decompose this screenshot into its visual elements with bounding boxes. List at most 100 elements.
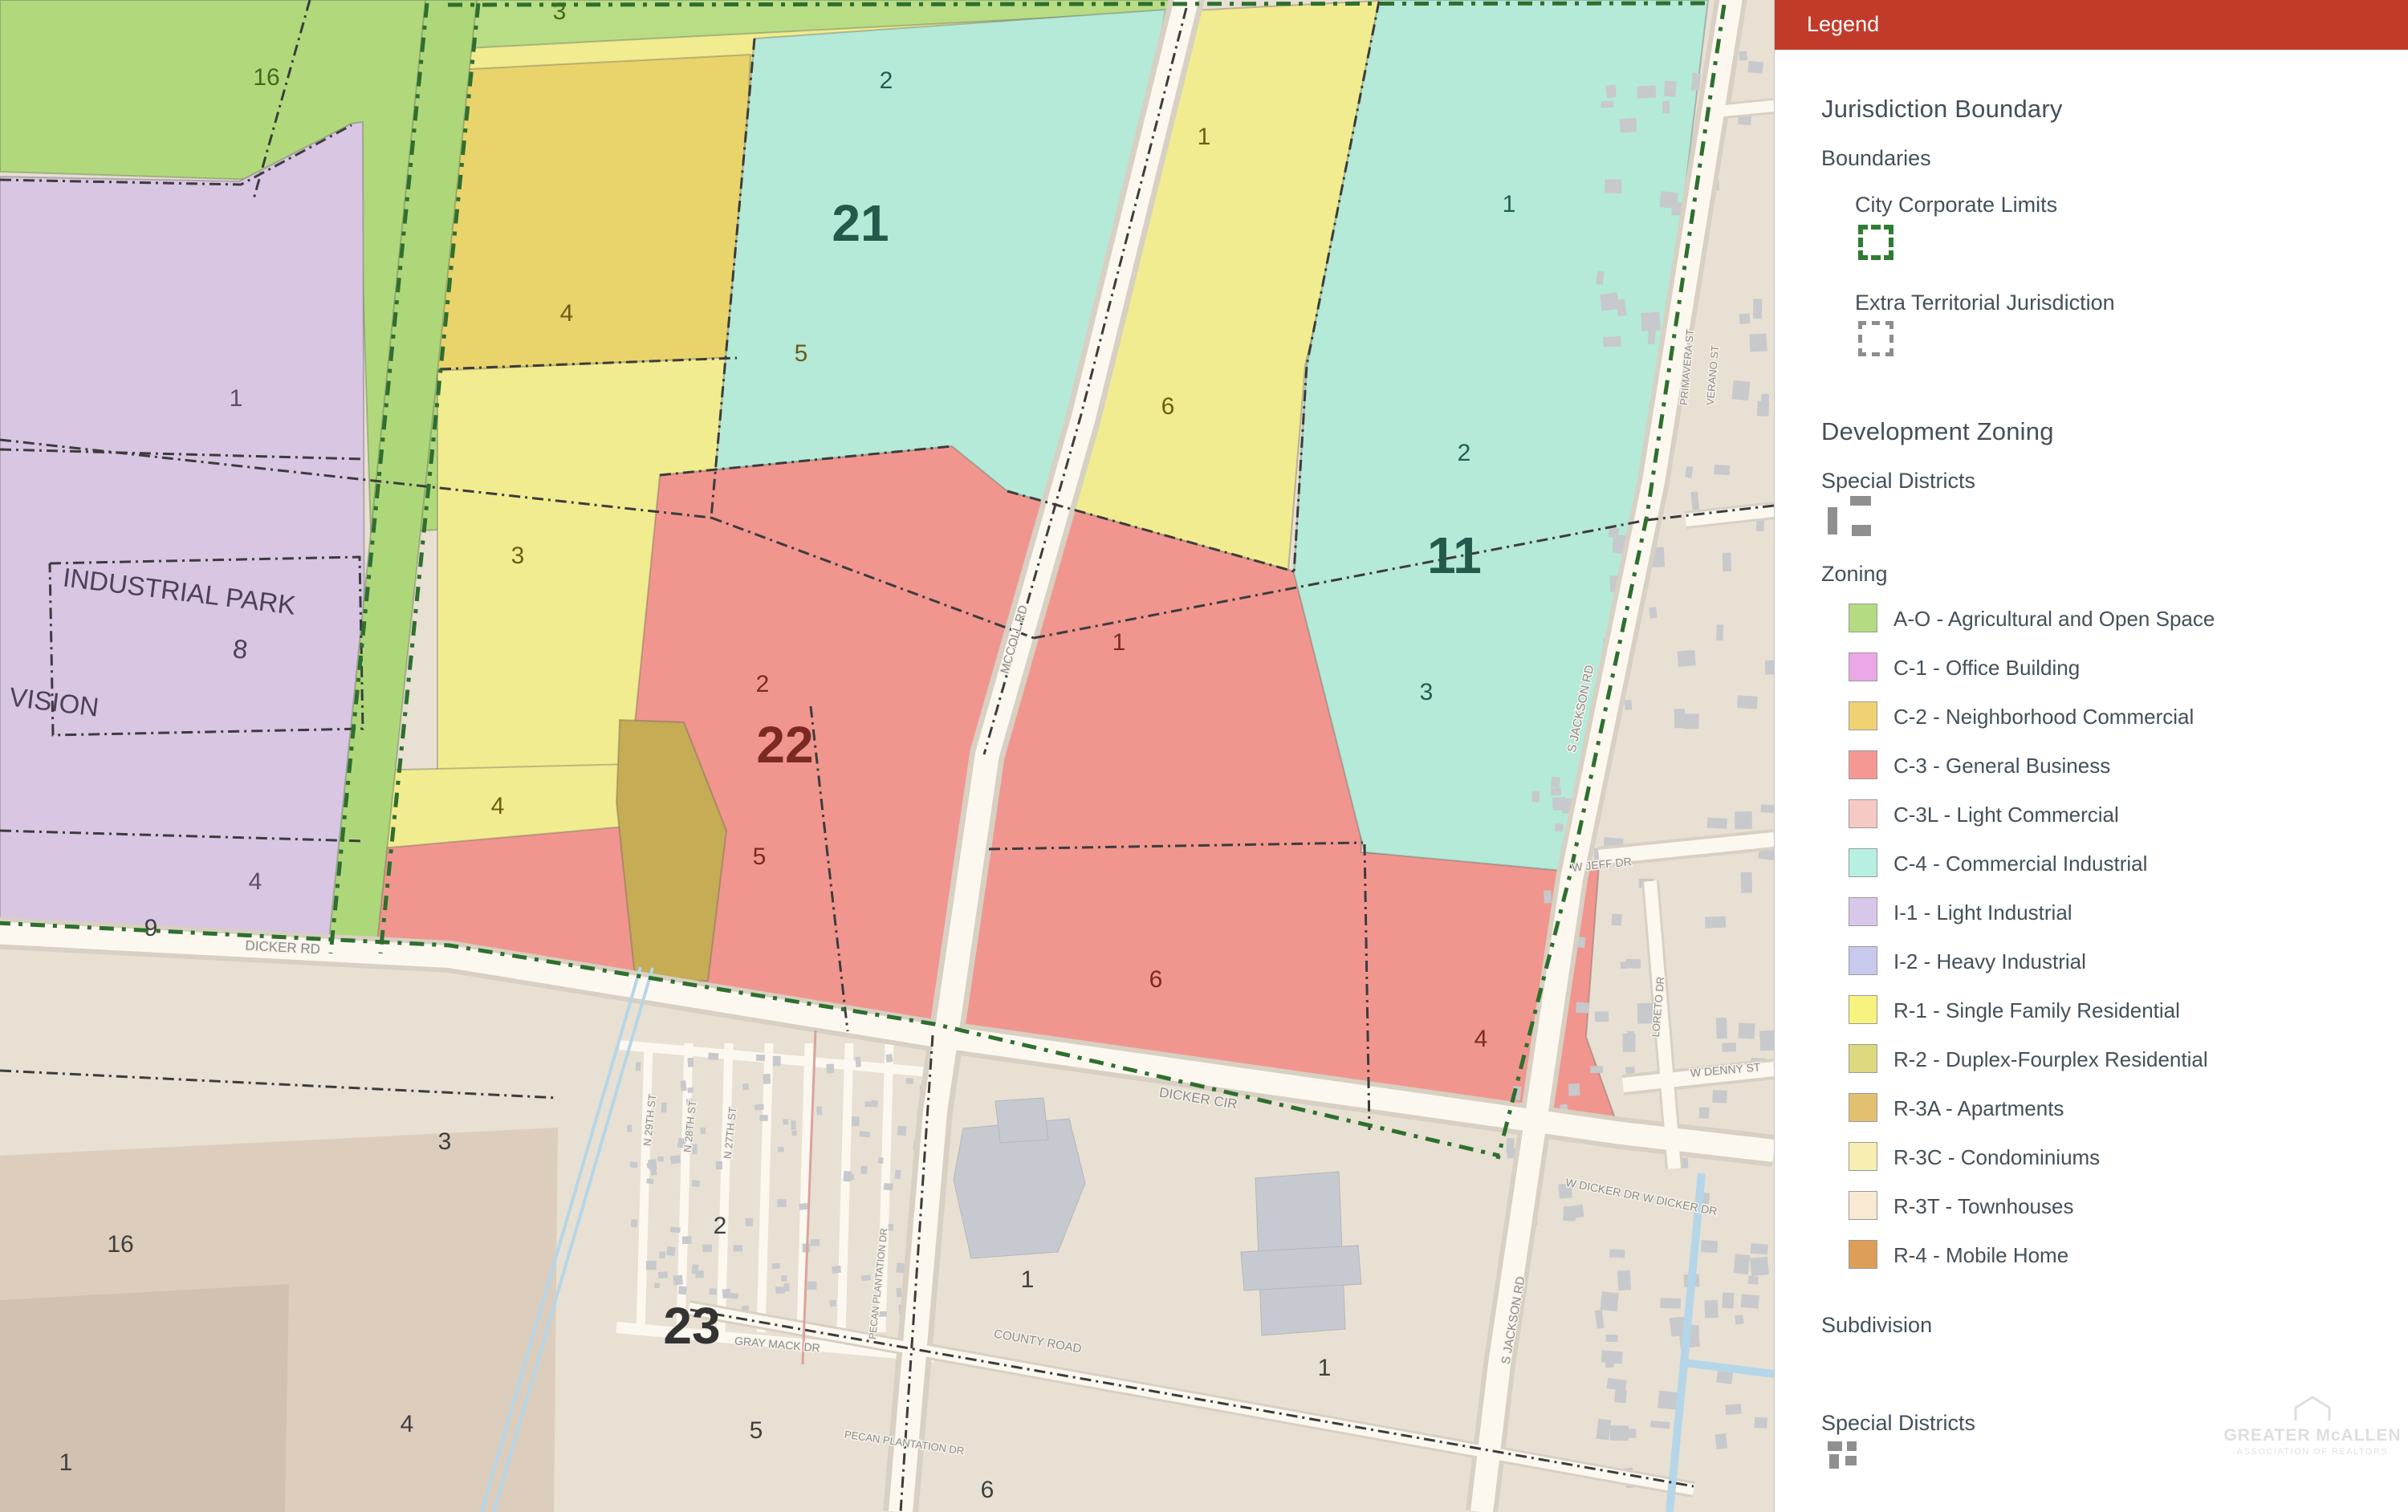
building (1750, 1243, 1767, 1254)
building (1600, 1291, 1618, 1311)
map-canvas[interactable]: 212211231631445163421232156493162111456I… (0, 0, 1774, 1512)
building (742, 1083, 750, 1091)
building (1611, 914, 1621, 926)
building (710, 1288, 717, 1295)
building (1716, 1018, 1727, 1038)
building (629, 1161, 637, 1168)
building (631, 1219, 638, 1227)
building (775, 1286, 785, 1294)
building (759, 1115, 767, 1121)
building (756, 1055, 765, 1062)
building (1683, 713, 1698, 729)
building (716, 1161, 722, 1169)
zoning-map[interactable]: 212211231631445163421232156493162111456I… (0, 0, 1774, 1512)
building (666, 1246, 675, 1256)
building (894, 1169, 901, 1179)
building (1641, 312, 1661, 331)
building (1750, 1257, 1769, 1276)
building (763, 1074, 771, 1084)
building (861, 1274, 871, 1281)
building (886, 1054, 893, 1063)
building (670, 1155, 681, 1164)
zoning-color-swatch (1849, 701, 1877, 730)
building (755, 1104, 764, 1111)
building (1551, 777, 1560, 788)
building (1555, 823, 1564, 832)
building (659, 1252, 665, 1259)
building (646, 1261, 657, 1270)
zoning-item-label: C-3L - Light Commercial (1893, 803, 2119, 827)
zoning-item-label: C-2 - Neighborhood Commercial (1893, 705, 2194, 730)
building (1741, 1294, 1759, 1308)
building (773, 1056, 781, 1067)
zoning-item-label: R-3A - Apartments (1893, 1096, 2064, 1121)
zone-c2-gold[interactable] (435, 55, 750, 371)
zoning-item-label: C-1 - Office Building (1893, 656, 2080, 681)
building (1576, 1002, 1589, 1014)
parcel-number-label: 1 (1021, 1266, 1035, 1293)
building (1723, 1292, 1735, 1308)
building (783, 1119, 788, 1124)
building (799, 1203, 807, 1210)
parcel-number-label: 1 (1198, 124, 1211, 150)
building (1705, 916, 1726, 928)
building (729, 1293, 738, 1299)
legend-panel: Legend Jurisdiction Boundary Boundaries … (1774, 0, 2408, 1512)
building (734, 1245, 742, 1251)
building (654, 1282, 660, 1288)
extra-territorial-label: Extra Territorial Jurisdiction (1855, 291, 2115, 315)
legend-header[interactable]: Legend (1775, 0, 2408, 50)
building (1608, 527, 1619, 539)
parcel-number-label: 4 (1474, 1026, 1488, 1052)
parcel-number-label: 1 (59, 1449, 73, 1476)
building (1531, 791, 1540, 802)
building (832, 1266, 841, 1274)
building (878, 1157, 884, 1164)
building (1660, 1298, 1681, 1309)
building (1659, 191, 1678, 209)
building (1734, 1254, 1751, 1274)
building (807, 1282, 817, 1290)
building (1704, 1300, 1718, 1319)
building (687, 1087, 694, 1093)
building (1626, 1030, 1634, 1044)
building (745, 1218, 753, 1226)
building (1738, 1022, 1755, 1038)
building (791, 1130, 797, 1136)
building (1755, 1417, 1767, 1429)
special-districts-icon-1 (1828, 496, 1874, 541)
parcel-number-label: 1 (1503, 191, 1516, 217)
building (1732, 380, 1751, 400)
building (700, 1128, 706, 1134)
zoning-item-label: R-4 - Mobile Home (1893, 1243, 2068, 1268)
parcel-number-label: 16 (107, 1231, 133, 1258)
zoning-item-label: C-3 - General Business (1893, 754, 2110, 778)
parcel-number-label: 2 (714, 1213, 727, 1239)
building (784, 1283, 790, 1291)
legend-title: Legend (1807, 12, 1879, 37)
building (692, 1180, 701, 1187)
building (1552, 797, 1566, 810)
building (702, 1245, 712, 1252)
parcel-number-label: 4 (249, 868, 262, 895)
building (906, 1078, 913, 1083)
building (1620, 118, 1637, 133)
zoning-color-swatch (1849, 897, 1877, 926)
watermark-line1: GREATER McALLEN (2208, 1426, 2408, 1445)
zoning-color-swatch (1849, 995, 1877, 1024)
parcel-number-label: 2 (1458, 440, 1471, 466)
house-logo-icon (2291, 1395, 2334, 1422)
building (682, 1236, 692, 1244)
building (1551, 788, 1561, 796)
zone-i1-purple[interactable] (0, 122, 365, 943)
zoning-item-label: R-2 - Duplex-Fourplex Residential (1893, 1047, 2208, 1072)
watermark-line2: ASSOCIATION OF REALTORS (2208, 1447, 2408, 1457)
building (860, 1166, 867, 1174)
building (1735, 811, 1752, 829)
parcel-number-label: 5 (795, 340, 808, 367)
road-stub2[interactable] (1708, 106, 1774, 112)
building (1563, 1206, 1576, 1221)
building (708, 1053, 718, 1061)
parcel-number-label: 6 (1161, 393, 1175, 420)
zoning-item-label: I-2 - Heavy Industrial (1893, 949, 2086, 974)
